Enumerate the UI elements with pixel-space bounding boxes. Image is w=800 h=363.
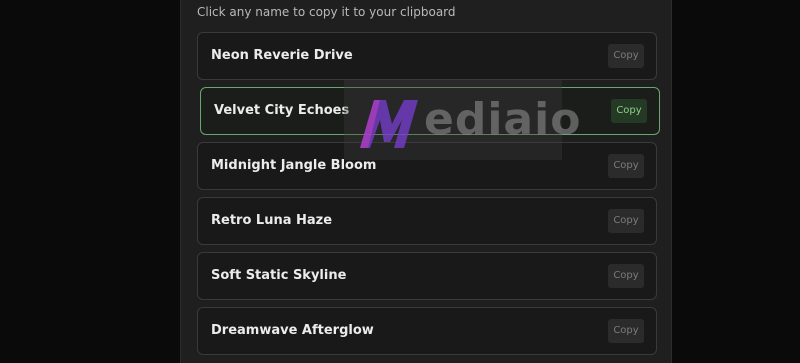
name-card-selected[interactable]: Velvet City Echoes Copy bbox=[200, 87, 660, 135]
names-panel: Click any name to copy it to your clipbo… bbox=[180, 0, 672, 363]
name-card[interactable]: Neon Reverie Drive Copy bbox=[197, 32, 657, 80]
name-label: Retro Luna Haze bbox=[211, 213, 333, 228]
copy-button[interactable]: Copy bbox=[608, 44, 644, 68]
name-label: Midnight Jangle Bloom bbox=[211, 158, 377, 173]
name-label: Soft Static Skyline bbox=[211, 268, 347, 283]
name-list: Neon Reverie Drive Copy Velvet City Echo… bbox=[197, 32, 660, 362]
instruction-text: Click any name to copy it to your clipbo… bbox=[197, 5, 456, 19]
name-card[interactable]: Dreamwave Afterglow Copy bbox=[197, 307, 657, 355]
name-label: Neon Reverie Drive bbox=[211, 48, 353, 63]
copy-button[interactable]: Copy bbox=[608, 154, 644, 178]
copy-button[interactable]: Copy bbox=[608, 319, 644, 343]
copy-button[interactable]: Copy bbox=[608, 209, 644, 233]
name-card[interactable]: Retro Luna Haze Copy bbox=[197, 197, 657, 245]
name-label: Dreamwave Afterglow bbox=[211, 323, 374, 338]
name-card[interactable]: Midnight Jangle Bloom Copy bbox=[197, 142, 657, 190]
name-card[interactable]: Soft Static Skyline Copy bbox=[197, 252, 657, 300]
copy-button[interactable]: Copy bbox=[608, 264, 644, 288]
name-label: Velvet City Echoes bbox=[214, 103, 350, 118]
copy-button[interactable]: Copy bbox=[611, 99, 647, 123]
